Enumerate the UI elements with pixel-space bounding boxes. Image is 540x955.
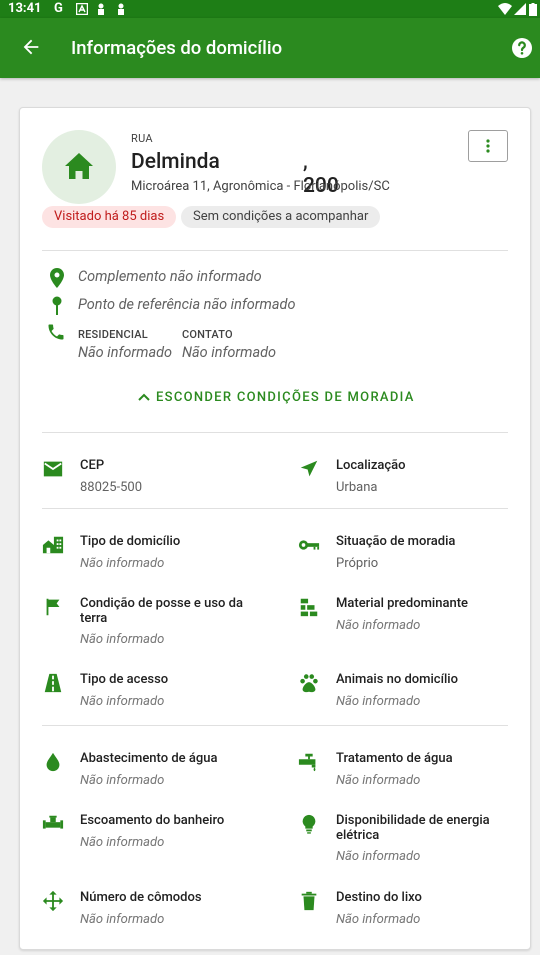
phone-residential-value: Não informado	[78, 344, 173, 361]
reference-row: Ponto de referência não informado	[50, 296, 295, 320]
field-label: Escoamento do banheiro	[80, 813, 225, 828]
divider	[42, 725, 508, 726]
field-label: Disponibilidade de energia elétrica	[336, 813, 490, 843]
trash-icon	[301, 891, 317, 911]
field-value: Não informado	[336, 849, 421, 864]
field-value: Não informado	[80, 556, 165, 571]
more-vert-icon	[486, 139, 490, 153]
flag-icon	[46, 598, 60, 616]
phone-residential-label: RESIDENCIAL	[78, 328, 148, 341]
street-name-text: Delminda	[131, 150, 220, 174]
reference-pin-icon	[52, 296, 62, 315]
field-value: Não informado	[80, 835, 165, 850]
address-line: Microárea 11, Agronômica - Florianópolis…	[131, 179, 390, 194]
mail-icon	[43, 461, 63, 477]
help-icon[interactable]	[510, 36, 534, 60]
field-value: Não informado	[336, 912, 421, 927]
field-label: Situação de moradia	[336, 534, 456, 549]
wifi-icon	[498, 3, 512, 15]
field-value: Não informado	[80, 632, 165, 647]
back-arrow-icon[interactable]	[20, 36, 42, 58]
field-value: Próprio	[336, 556, 379, 571]
field-label: Animais no domicílio	[336, 672, 458, 687]
divider	[42, 250, 508, 251]
field-label: CEP	[80, 458, 105, 473]
field-label: Tratamento de água	[336, 751, 453, 766]
pipe-icon	[42, 815, 64, 829]
field-label: Condição de posse e uso da terra	[80, 596, 243, 626]
paw-icon	[300, 674, 318, 693]
field-label: Material predominante	[336, 596, 468, 611]
key-icon	[298, 540, 320, 550]
faucet-icon	[298, 753, 316, 772]
status-bar: 13:41 G	[0, 0, 540, 18]
field-label: Localização	[336, 458, 406, 473]
battery-icon	[529, 3, 537, 16]
phone-contact-value: Não informado	[182, 344, 277, 361]
household-card: RUA Delminda , 200 Microárea 11, Agronôm…	[19, 107, 531, 950]
field-label: Número de cômodos	[80, 890, 202, 905]
field-label: Abastecimento de água	[80, 751, 218, 766]
page-title: Informações do domicílio	[71, 37, 283, 59]
conditions-badge: Sem condições a acompanhar	[181, 206, 381, 228]
bricks-icon	[300, 598, 318, 617]
road-icon	[44, 673, 62, 693]
move-arrows-icon	[42, 890, 64, 912]
hide-conditions-button[interactable]: ESCONDER CONDIÇÕES DE MORADIA	[138, 390, 415, 405]
notification-person-icon-2	[118, 3, 124, 15]
signal-icon	[514, 3, 526, 15]
field-value: Urbana	[336, 480, 378, 495]
phone-row: RESIDENCIAL Não informado CONTATO Não in…	[48, 322, 350, 362]
field-value: Não informado	[80, 912, 165, 927]
phone-icon	[48, 324, 64, 340]
phone-contact-label: CONTATO	[182, 328, 233, 341]
complement-row: Complemento não informado	[50, 268, 262, 292]
buildings-icon	[42, 536, 64, 554]
visited-badge: Visitado há 85 dias	[42, 206, 177, 228]
field-value: Não informado	[80, 694, 165, 709]
navigation-arrow-icon	[300, 460, 318, 477]
field-value: Não informado	[336, 773, 421, 788]
lightbulb-icon	[302, 814, 316, 834]
street-name: Delminda , 200	[131, 150, 339, 198]
google-icon: G	[54, 1, 63, 16]
divider	[42, 508, 508, 509]
more-options-button[interactable]	[468, 130, 508, 162]
house-avatar	[42, 130, 116, 204]
notification-person-icon	[98, 3, 104, 15]
field-label: Tipo de domicílio	[80, 534, 181, 549]
field-value: Não informado	[336, 618, 421, 633]
field-value: Não informado	[80, 773, 165, 788]
notification-a-icon	[76, 3, 88, 15]
complement-text: Complemento não informado	[78, 268, 262, 285]
hide-conditions-label: ESCONDER CONDIÇÕES DE MORADIA	[156, 390, 415, 405]
location-pin-icon	[50, 268, 64, 288]
status-time: 13:41	[8, 1, 42, 16]
field-label: Destino do lixo	[336, 890, 422, 905]
water-drop-icon	[46, 752, 60, 772]
field-value: 88025-500	[80, 480, 143, 495]
divider	[42, 432, 508, 433]
field-value: Não informado	[336, 694, 421, 709]
street-type-label: RUA	[131, 132, 153, 145]
field-label: Tipo de acesso	[80, 672, 169, 687]
chevron-up-icon	[138, 393, 150, 401]
reference-text: Ponto de referência não informado	[78, 296, 296, 313]
home-icon	[65, 153, 93, 179]
app-bar: Informações do domicílio	[0, 18, 540, 78]
